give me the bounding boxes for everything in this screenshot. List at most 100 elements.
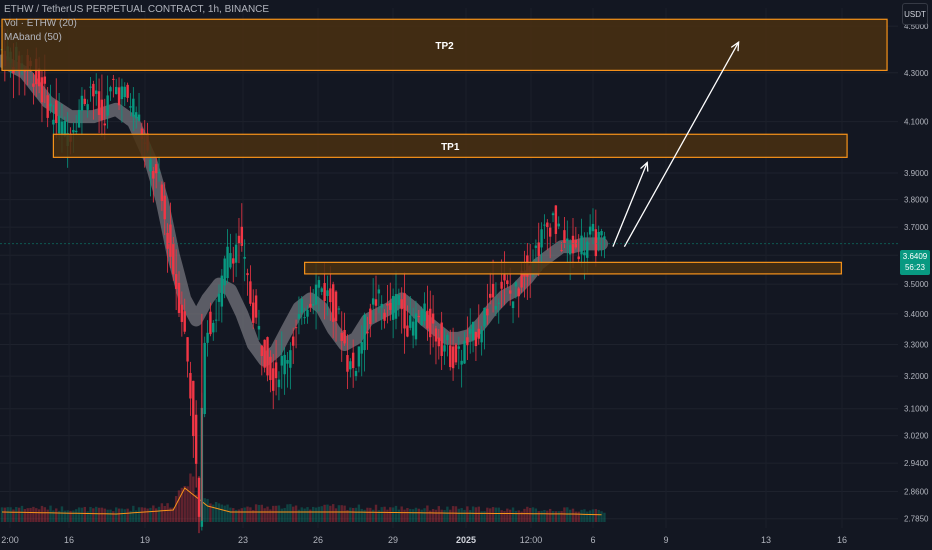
- candle-body: [560, 250, 563, 252]
- candle-body: [454, 344, 458, 363]
- candle-body: [546, 222, 549, 228]
- volume-bar: [37, 509, 41, 522]
- volume-bar: [597, 509, 600, 522]
- volume-bar: [403, 509, 406, 522]
- candle-body: [311, 303, 315, 306]
- candle-body: [548, 227, 552, 237]
- candle-body: [252, 302, 255, 323]
- volume-bar: [140, 507, 144, 522]
- target-zone-support: [304, 261, 842, 275]
- volume-bar: [303, 508, 306, 522]
- time-tick-label: 2:00: [1, 535, 19, 545]
- candle-body: [163, 195, 166, 220]
- candle-body: [349, 361, 352, 370]
- price-tick-label: 3.3000: [904, 341, 929, 350]
- candle-body: [383, 312, 386, 321]
- price-tick-label: 3.0200: [904, 432, 929, 441]
- candle-body: [566, 238, 569, 242]
- bar-countdown: 56:23: [904, 263, 926, 272]
- volume-bar: [126, 508, 129, 522]
- candle-body: [494, 305, 498, 310]
- price-tick-label: 3.1000: [904, 405, 929, 414]
- candle-body: [152, 171, 155, 179]
- price-tick-label: 3.8000: [904, 196, 929, 205]
- volume-bar: [32, 506, 35, 522]
- candle-body: [109, 87, 112, 92]
- volume-bar: [511, 507, 515, 522]
- price-chart[interactable]: TP2TP1 4.50004.30004.10003.90003.80003.7…: [0, 0, 932, 550]
- candle-body: [40, 77, 44, 103]
- volume-bar: [337, 505, 341, 522]
- volume-bar: [269, 509, 272, 522]
- candle-body: [97, 91, 101, 115]
- volume-bar: [411, 509, 415, 522]
- volume-bar: [60, 506, 64, 522]
- time-tick-label: 19: [140, 535, 150, 545]
- volume-bar: [311, 506, 315, 522]
- volume-bar: [69, 510, 72, 522]
- volume-bar: [274, 505, 278, 522]
- volume-bar: [9, 507, 12, 522]
- candle-body: [280, 355, 283, 366]
- symbol-title[interactable]: ETHW / TetherUS PERPETUAL CONTRACT, 1h, …: [4, 3, 269, 17]
- volume-bar: [537, 511, 540, 522]
- volume-bar: [351, 508, 355, 522]
- volume-bar: [192, 476, 195, 522]
- candle-body: [75, 130, 78, 133]
- candle-body: [540, 229, 543, 248]
- candle-body: [603, 236, 606, 240]
- candle-body: [563, 230, 566, 243]
- volume-bar: [466, 506, 469, 522]
- candle-body: [451, 346, 455, 369]
- volume-bar: [243, 507, 246, 522]
- zone-label: TP2: [435, 41, 454, 52]
- candle-body: [446, 334, 449, 341]
- chart-legend: ETHW / TetherUS PERPETUAL CONTRACT, 1h, …: [4, 3, 269, 45]
- volume-bar: [89, 506, 92, 522]
- candle-body: [386, 303, 389, 306]
- candle-body: [323, 283, 326, 301]
- volume-bar: [343, 505, 346, 522]
- candle-body: [371, 298, 375, 305]
- volume-bar: [309, 509, 312, 522]
- volume-bar: [574, 511, 578, 522]
- candle-body: [317, 280, 321, 288]
- candle-body: [297, 313, 301, 319]
- zone-label: TP1: [441, 142, 460, 153]
- volume-bar: [460, 508, 463, 522]
- candle-body: [463, 340, 466, 364]
- candle-body: [426, 310, 429, 329]
- candle-body: [511, 301, 515, 309]
- volume-bar: [12, 509, 15, 522]
- volume-bar: [72, 510, 75, 522]
- candle-body: [334, 291, 338, 322]
- candle-body: [480, 330, 483, 343]
- volume-bar: [115, 507, 118, 522]
- volume-bar: [237, 509, 241, 522]
- candle-body: [377, 289, 381, 294]
- volume-bar: [354, 507, 358, 522]
- currency-button[interactable]: USDT: [902, 3, 928, 25]
- candle-body: [300, 298, 303, 313]
- price-tick-label: 3.9000: [904, 169, 929, 178]
- candle-body: [389, 302, 392, 310]
- maband-indicator-label[interactable]: MAband (50): [4, 31, 269, 45]
- candle-body: [351, 352, 355, 369]
- candle-body: [517, 288, 520, 297]
- volume-bar: [526, 506, 529, 522]
- volume-bar: [534, 508, 538, 522]
- volume-bar: [317, 506, 321, 522]
- candle-body: [469, 328, 472, 334]
- volume-bar: [0, 507, 4, 522]
- volume-bar: [394, 505, 398, 522]
- volume-bar: [249, 507, 252, 522]
- candle-body: [240, 226, 244, 246]
- candle-body: [174, 274, 178, 289]
- volume-indicator-label[interactable]: Vol · ETHW (20): [4, 17, 269, 31]
- projection-arrow: [612, 162, 648, 247]
- volume-bar: [503, 511, 506, 522]
- candle-body: [95, 90, 98, 94]
- volume-bar: [266, 506, 269, 522]
- candle-body: [303, 317, 306, 319]
- volume-bar: [366, 507, 369, 522]
